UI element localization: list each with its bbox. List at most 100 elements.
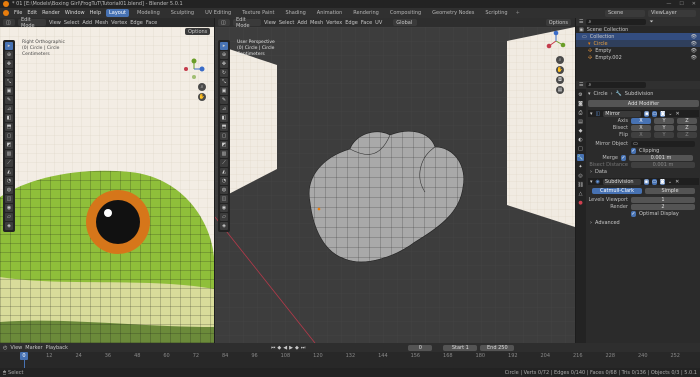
main-menu-edge[interactable]: Edge: [345, 20, 358, 26]
main-menu-view[interactable]: View: [264, 20, 276, 26]
left-menu-view[interactable]: View: [49, 20, 61, 26]
shear-tool-icon[interactable]: ▱: [5, 213, 13, 221]
zoom-icon[interactable]: ⌕: [198, 83, 206, 91]
menu-edit[interactable]: Edit: [27, 10, 37, 16]
pan-icon[interactable]: ✋: [198, 93, 206, 101]
merge-checkbox[interactable]: ✓: [621, 154, 626, 161]
add-workspace-button[interactable]: +: [516, 10, 520, 16]
annotate-tool-icon[interactable]: ✎: [220, 96, 228, 104]
tab-animation[interactable]: Animation: [314, 9, 346, 17]
levels-viewport-field[interactable]: 1: [631, 196, 695, 203]
left-menu-face[interactable]: Face: [146, 20, 157, 26]
visibility-icon[interactable]: 👁: [691, 34, 700, 40]
knife-tool-icon[interactable]: ⟋: [220, 159, 228, 167]
shrink-tool-icon[interactable]: ◉: [5, 204, 13, 212]
transform-tool-icon[interactable]: ▣: [5, 87, 13, 95]
camera-icon[interactable]: ◘: [556, 76, 564, 84]
render-toggle-icon[interactable]: ◙: [659, 178, 665, 185]
maximize-button[interactable]: ☐: [679, 1, 683, 7]
timeline-menu-marker[interactable]: Marker: [25, 345, 42, 351]
axis-z-toggle[interactable]: Z: [677, 117, 697, 124]
viewport-toggle-icon[interactable]: ▭: [652, 110, 658, 117]
menu-render[interactable]: Render: [42, 10, 60, 16]
smooth-tool-icon[interactable]: ◍: [5, 186, 13, 194]
poly-build-tool-icon[interactable]: ◭: [5, 168, 13, 176]
outliner-item-empty[interactable]: ✣ Empty 👁: [576, 47, 700, 54]
outliner-search-input[interactable]: ⌕: [586, 19, 647, 25]
tool-tab-icon[interactable]: ⚙: [577, 91, 584, 98]
physics-tab-icon[interactable]: ◎: [577, 172, 584, 179]
bevel-tool-icon[interactable]: ◩: [5, 141, 13, 149]
add-cube-tool-icon[interactable]: ◧: [5, 114, 13, 122]
bevel-tool-icon[interactable]: ◩: [220, 141, 228, 149]
flip-x-toggle[interactable]: X: [631, 131, 651, 138]
edge-slide-tool-icon[interactable]: ◫: [220, 195, 228, 203]
left-navigation-gizmo[interactable]: [183, 58, 205, 80]
collapse-icon[interactable]: ▾: [590, 179, 593, 185]
measure-tool-icon[interactable]: ⊿: [5, 105, 13, 113]
optimal-display-checkbox[interactable]: ✓: [631, 210, 636, 217]
mirror-object-field[interactable]: ▭: [631, 140, 695, 147]
left-menu-vertex[interactable]: Vertex: [111, 20, 127, 26]
timeline-editor-icon[interactable]: ◴: [3, 345, 7, 351]
filter-icon[interactable]: ⏷: [649, 19, 653, 25]
annotate-tool-icon[interactable]: ✎: [5, 96, 13, 104]
scene-selector[interactable]: Scene: [605, 9, 645, 17]
rotate-tool-icon[interactable]: ↻: [5, 69, 13, 77]
tab-uv-editing[interactable]: UV Editing: [202, 9, 234, 17]
shear-tool-icon[interactable]: ▱: [220, 213, 228, 221]
rotate-tool-icon[interactable]: ↻: [220, 69, 228, 77]
left-menu-add[interactable]: Add: [82, 20, 92, 26]
visibility-icon[interactable]: 👁: [691, 48, 700, 54]
main-menu-uv[interactable]: UV: [375, 20, 382, 26]
data-subpanel[interactable]: › Data: [588, 168, 699, 175]
main-menu-vertex[interactable]: Vertex: [326, 20, 342, 26]
measure-tool-icon[interactable]: ⊿: [220, 105, 228, 113]
flip-z-toggle[interactable]: Z: [677, 131, 697, 138]
render-toggle-icon[interactable]: ◙: [660, 110, 666, 117]
particles-tab-icon[interactable]: ✦: [577, 163, 584, 170]
tab-scripting[interactable]: Scripting: [482, 9, 510, 17]
blender-menu-icon[interactable]: [3, 10, 9, 16]
constraints-tab-icon[interactable]: ⛓: [577, 181, 584, 188]
visibility-icon[interactable]: 👁: [691, 41, 700, 47]
play-icon[interactable]: ▶: [289, 345, 293, 351]
tab-modeling[interactable]: Modeling: [134, 9, 163, 17]
mode-selector[interactable]: Edit Mode: [233, 17, 261, 29]
advanced-subpanel[interactable]: › Advanced: [588, 219, 699, 226]
outliner-item-circle[interactable]: ▾ Circle 👁: [576, 40, 700, 47]
spin-tool-icon[interactable]: ◔: [220, 177, 228, 185]
menu-file[interactable]: File: [14, 10, 22, 16]
main-menu-add[interactable]: Add: [297, 20, 307, 26]
poly-build-tool-icon[interactable]: ◭: [220, 168, 228, 176]
visibility-icon[interactable]: 👁: [691, 55, 700, 61]
edge-slide-tool-icon[interactable]: ◫: [5, 195, 13, 203]
tab-geometry-nodes[interactable]: Geometry Nodes: [429, 9, 477, 17]
scale-tool-icon[interactable]: ⤡: [5, 78, 13, 86]
merge-distance-field[interactable]: 0.001 m: [629, 154, 693, 161]
bisect-distance-field[interactable]: 0.001 m: [631, 161, 695, 168]
mode-selector[interactable]: Edit Mode: [18, 17, 46, 29]
modifier-menu-icon[interactable]: ⌄: [668, 111, 672, 117]
extrude-tool-icon[interactable]: ⬒: [220, 123, 228, 131]
left-menu-select[interactable]: Select: [64, 20, 79, 26]
mirror-modifier-header[interactable]: ▾ ◫ Mirror ▣ ▭ ◙ ⌄ ✕: [588, 110, 699, 117]
current-frame-field[interactable]: 0: [408, 344, 433, 351]
bisect-z-toggle[interactable]: Z: [677, 124, 697, 131]
subdivision-name-field[interactable]: Subdivision: [602, 178, 641, 185]
zoom-icon[interactable]: ⌕: [556, 56, 564, 64]
world-tab-icon[interactable]: ◐: [577, 136, 584, 143]
move-tool-icon[interactable]: ✥: [5, 60, 13, 68]
render-tab-icon[interactable]: ◙: [577, 100, 584, 107]
shrink-tool-icon[interactable]: ◉: [220, 204, 228, 212]
jump-end-icon[interactable]: ⏭: [301, 345, 306, 351]
cursor-tool-icon[interactable]: ⊕: [220, 51, 228, 59]
main-navigation-gizmo[interactable]: [545, 30, 567, 52]
scene-tab-icon[interactable]: ◆: [577, 127, 584, 134]
view-layer-selector[interactable]: ViewLayer: [648, 9, 696, 17]
tab-shading[interactable]: Shading: [282, 9, 308, 17]
main-viewport[interactable]: ◫ Edit Mode View Select Add Mesh Vertex …: [215, 17, 575, 343]
render-levels-field[interactable]: 2: [631, 203, 695, 210]
catmull-clark-button[interactable]: Catmull-Clark: [592, 187, 642, 194]
clipping-checkbox[interactable]: ✓: [631, 147, 636, 154]
